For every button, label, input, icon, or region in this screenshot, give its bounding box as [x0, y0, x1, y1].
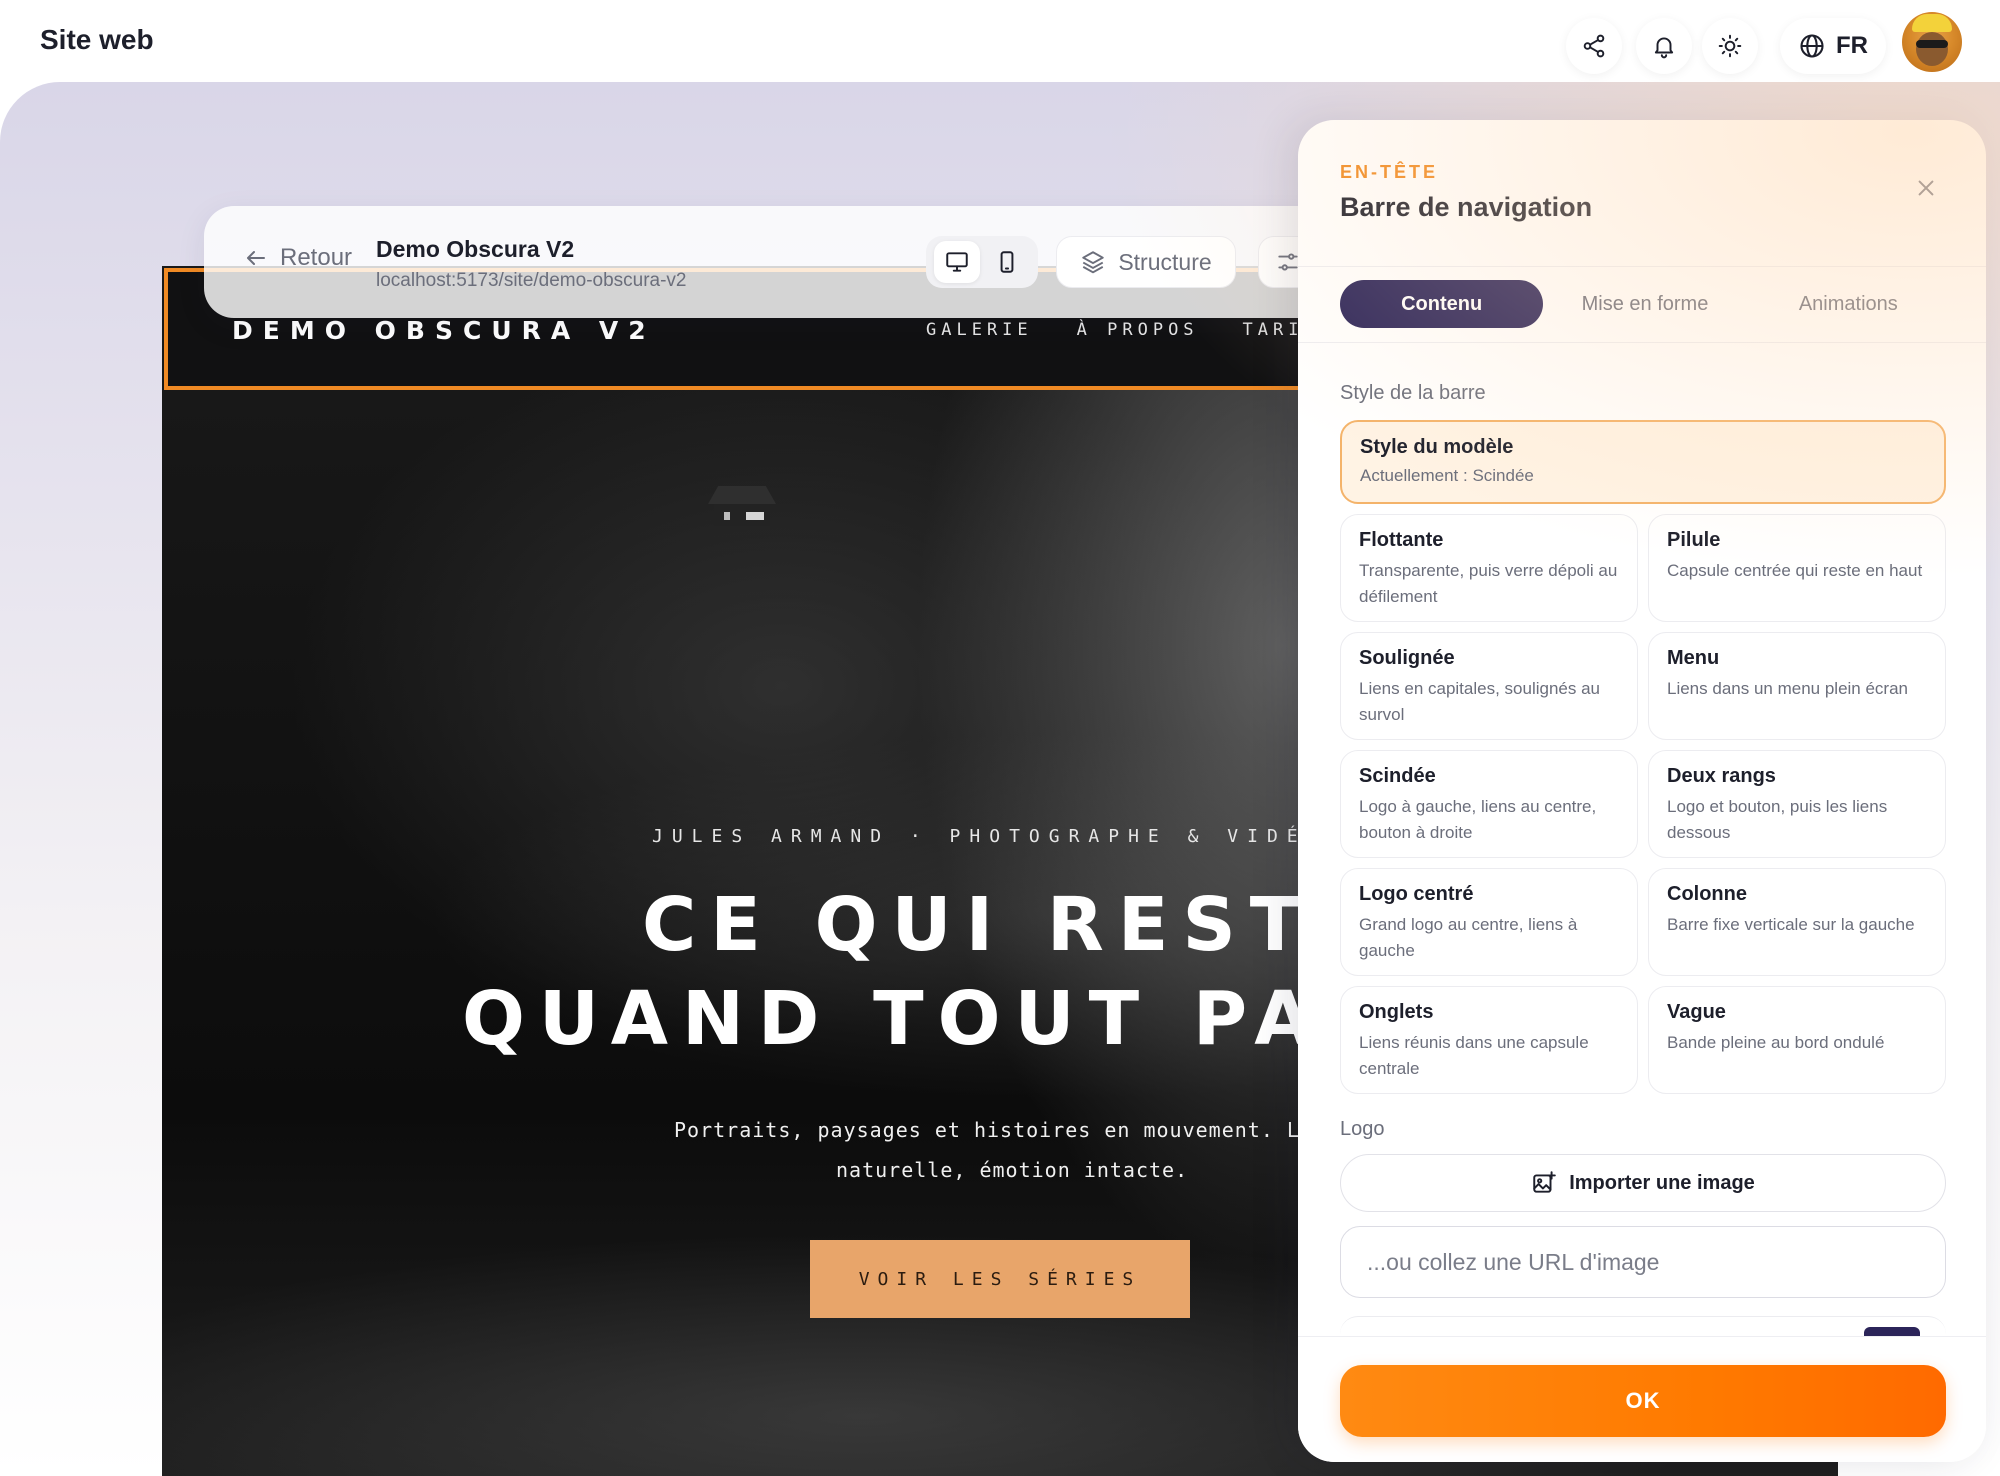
avatar-cap-shape — [1912, 14, 1952, 32]
avatar[interactable] — [1902, 12, 1962, 72]
theme-toggle-button[interactable] — [1702, 18, 1758, 74]
language-label: FR — [1836, 32, 1868, 59]
style-option[interactable]: Deux rangs Logo et bouton, puis les lien… — [1648, 750, 1946, 858]
style-options-grid: Flottante Transparente, puis verre dépol… — [1340, 514, 1946, 1094]
option-title: Vague — [1667, 1001, 1726, 1023]
style-option[interactable]: Menu Liens dans un menu plein écran — [1648, 632, 1946, 740]
option-desc: Logo et bouton, puis les liens dessous — [1667, 797, 1888, 842]
notifications-button[interactable] — [1636, 18, 1692, 74]
panel-kicker: EN-TÊTE — [1340, 162, 1439, 182]
hero-cta-button[interactable]: VOIR LES SÉRIES — [810, 1240, 1190, 1318]
style-option[interactable]: Onglets Liens réunis dans une capsule ce… — [1340, 986, 1638, 1094]
mobile-view-button[interactable] — [984, 241, 1030, 283]
option-title: Flottante — [1359, 529, 1444, 551]
editor-toolbar: Retour Demo Obscura V2 localhost:5173/si… — [204, 206, 1404, 318]
site-nav-links: GALERIE À PROPOS TARIFS — [926, 320, 1334, 340]
editor-canvas: DEMO OBSCURA V2 GALERIE À PROPOS TARIFS … — [0, 82, 2000, 1476]
app-bar: Site web FR — [0, 0, 2000, 82]
option-title: Menu — [1667, 647, 1720, 669]
option-desc: Logo à gauche, liens au centre, bouton à… — [1359, 797, 1597, 842]
option-desc: Capsule centrée qui reste en haut — [1667, 561, 1923, 580]
style-option[interactable]: Scindée Logo à gauche, liens au centre, … — [1340, 750, 1638, 858]
tab-animations[interactable]: Animations — [1747, 280, 1950, 328]
site-name: Demo Obscura V2 — [376, 236, 575, 262]
option-desc: Bande pleine au bord ondulé — [1667, 1033, 1885, 1052]
upload-image-button[interactable]: Importer une image — [1340, 1154, 1946, 1212]
panel-divider — [1298, 266, 1986, 267]
option-desc: Liens en capitales, soulignés au survol — [1359, 679, 1600, 724]
option-desc: Actuellement : Scindée — [1360, 466, 1534, 485]
share-button[interactable] — [1566, 18, 1622, 74]
option-desc: Liens réunis dans une capsule centrale — [1359, 1033, 1589, 1078]
style-option-template[interactable]: Style du modèle Actuellement : Scindée — [1340, 420, 1946, 504]
style-option[interactable]: Pilule Capsule centrée qui reste en haut — [1648, 514, 1946, 622]
style-option[interactable]: Colonne Barre fixe verticale sur la gauc… — [1648, 868, 1946, 976]
hero-subtitle-line2: naturelle, émotion intacte. — [836, 1158, 1189, 1182]
option-desc: Transparente, puis verre dépoli au défil… — [1359, 561, 1618, 606]
site-logo[interactable]: DEMO OBSCURA V2 — [232, 316, 656, 345]
site-nav-link[interactable]: GALERIE — [926, 320, 1033, 340]
avatar-face-shape — [1916, 32, 1948, 66]
image-url-input[interactable] — [1340, 1226, 1946, 1298]
ok-button[interactable]: OK — [1340, 1365, 1946, 1437]
structure-label: Structure — [1118, 248, 1212, 275]
navbar-settings-panel: EN-TÊTE Barre de navigation Contenu Mise… — [1298, 120, 1986, 1462]
style-option[interactable]: Soulignée Liens en capitales, soulignés … — [1340, 632, 1638, 740]
cabin-illustration — [702, 486, 782, 526]
hero-subtitle-line1: Portraits, paysages et histoires en mouv… — [674, 1118, 1353, 1142]
upload-label: Importer une image — [1569, 1171, 1755, 1194]
option-title: Logo centré — [1359, 883, 1474, 905]
option-desc: Grand logo au centre, liens à gauche — [1359, 915, 1578, 960]
sun-icon — [1718, 34, 1742, 58]
style-option[interactable]: Vague Bande pleine au bord ondulé — [1648, 986, 1946, 1094]
option-title: Style du modèle — [1360, 436, 1514, 458]
monitor-icon — [946, 252, 968, 272]
hero-headline-line2: QUAND TOUT PA — [462, 976, 1326, 1062]
style-option[interactable]: Logo centré Grand logo au centre, liens … — [1340, 868, 1638, 976]
close-panel-button[interactable] — [1904, 166, 1948, 210]
settings-button[interactable] — [1258, 236, 1328, 288]
sliders-icon — [1278, 253, 1298, 271]
close-icon — [1918, 180, 1934, 196]
option-title: Pilule — [1667, 529, 1721, 551]
site-url[interactable]: localhost:5173/site/demo-obscura-v2 — [376, 270, 687, 292]
panel-title: Barre de navigation — [1340, 192, 1593, 222]
panel-tabs: Contenu Mise en forme Animations — [1340, 280, 1950, 328]
tab-contenu[interactable]: Contenu — [1340, 280, 1544, 328]
image-upload-icon — [1533, 1171, 1556, 1193]
option-title: Soulignée — [1359, 647, 1455, 669]
desktop-view-button[interactable] — [934, 241, 980, 283]
panel-divider — [1298, 342, 1986, 343]
back-label: Retour — [280, 244, 353, 271]
avatar-glasses-shape — [1916, 40, 1948, 48]
tab-mise-en-forme[interactable]: Mise en forme — [1543, 280, 1746, 328]
option-title: Deux rangs — [1667, 765, 1776, 787]
hero-kicker: JULES ARMAND · PHOTOGRAPHE & VIDÉAS — [652, 826, 1347, 847]
option-title: Scindée — [1359, 765, 1436, 787]
hero-headline-line1: CE QUI REST — [642, 882, 1315, 968]
option-desc: Barre fixe verticale sur la gauche — [1667, 915, 1915, 934]
phone-icon — [1000, 251, 1014, 273]
structure-button[interactable]: Structure — [1056, 236, 1236, 288]
panel-footer: OK — [1298, 1336, 1986, 1462]
arrow-left-icon — [247, 251, 265, 265]
site-nav-link[interactable]: À PROPOS — [1077, 320, 1199, 340]
app-title: Site web — [40, 24, 154, 55]
style-section-label: Style de la barre — [1340, 382, 1486, 404]
option-desc: Liens dans un menu plein écran — [1667, 679, 1908, 698]
language-button[interactable]: FR — [1780, 18, 1886, 74]
layers-icon — [1082, 251, 1105, 274]
device-switcher — [926, 236, 1038, 288]
option-title: Onglets — [1359, 1001, 1434, 1023]
share-icon — [1583, 34, 1605, 58]
logo-section-label: Logo — [1340, 1118, 1385, 1140]
globe-icon — [1800, 34, 1824, 58]
site-nav-link[interactable]: TARIFS — [1243, 320, 1334, 340]
bell-icon — [1654, 37, 1674, 59]
option-title: Colonne — [1667, 883, 1747, 905]
style-option[interactable]: Flottante Transparente, puis verre dépol… — [1340, 514, 1638, 622]
back-button[interactable]: Retour — [244, 244, 352, 272]
